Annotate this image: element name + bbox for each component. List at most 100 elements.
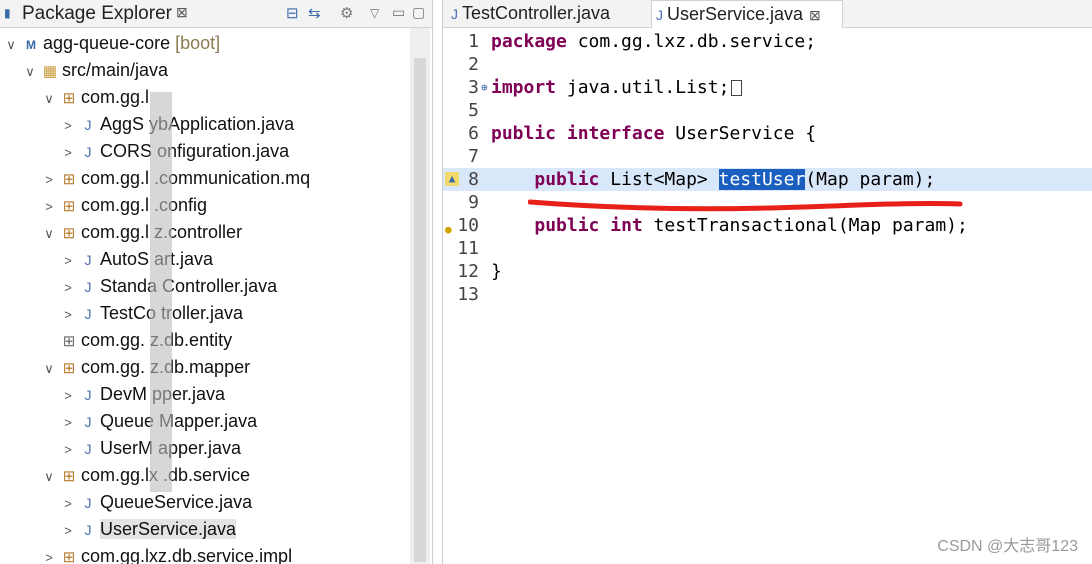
package-explorer-title[interactable]: Package Explorer <box>22 3 172 25</box>
close-icon[interactable]: ⊠ <box>176 4 188 21</box>
expand-arrow-icon[interactable]: ∨ <box>4 31 18 58</box>
java-file-icon: J <box>451 6 458 22</box>
code-line[interactable]: ▲ 8 public List<Map> testUser(Map param); <box>443 168 1092 191</box>
collapse-arrow-icon[interactable]: > <box>42 193 56 220</box>
keyword-token: public <box>534 215 600 236</box>
java-file-icon: J <box>656 7 663 23</box>
line-number: 10 <box>457 215 479 236</box>
collapse-arrow-icon[interactable]: > <box>61 247 75 274</box>
code-text: package com.gg.lxz.db.service; <box>491 30 816 53</box>
line-number: 1 <box>468 31 479 52</box>
tree-item[interactable]: ∨ ⊞ com.gg.l <box>42 84 149 111</box>
line-number: 11 <box>457 238 479 259</box>
tree-item-label: com.gg.l .communication.mq <box>81 168 311 188</box>
expand-arrow-icon[interactable]: ∨ <box>42 463 56 490</box>
tree-item[interactable]: ⊞ com.gg. z.db.entity <box>42 327 232 354</box>
tree-item[interactable]: ∨ ⊞ com.gg.lx .db.service <box>42 462 250 489</box>
code-token: UserService { <box>664 123 817 144</box>
tree-item-label: QueueService.java <box>100 492 253 512</box>
java-file-icon: J <box>84 117 92 133</box>
java-file-icon: J <box>84 414 92 430</box>
minimize-icon[interactable]: ▭ <box>392 4 405 21</box>
line-number: 13 <box>457 284 479 305</box>
collapse-arrow-icon[interactable]: > <box>61 274 75 301</box>
collapse-arrow-icon[interactable]: > <box>61 490 75 517</box>
expand-arrow-icon[interactable]: ∨ <box>23 58 37 85</box>
tree-item[interactable]: ∨ Magg-queue-core [boot] <box>4 30 220 57</box>
keyword-token: public <box>534 169 600 190</box>
tree-item[interactable]: > J QueueService.java <box>61 489 252 516</box>
tree-item-label: Standa Controller.java <box>100 276 278 296</box>
tab-userservice[interactable]: J UserService.java ⊠ <box>651 0 843 28</box>
tree-item-label: com.gg.l <box>81 87 150 107</box>
line-number: 2 <box>468 54 479 75</box>
vertical-scrollbar[interactable] <box>410 28 430 564</box>
scrollbar-thumb[interactable] <box>414 58 426 562</box>
code-line[interactable]: ● 10 public int testTransactional(Map par… <box>443 214 1092 237</box>
expand-arrow-icon[interactable]: ∨ <box>42 85 56 112</box>
tree-item-label: Queue Mapper.java <box>100 411 258 431</box>
collapse-arrow-icon[interactable]: > <box>61 436 75 463</box>
code-line[interactable]: 13 <box>443 283 1092 306</box>
link-editor-icon[interactable]: ⇆ <box>308 4 321 22</box>
tree-item[interactable]: ∨ ⊞ com.gg.l z.controller <box>42 219 242 246</box>
code-line[interactable]: 1 package com.gg.lxz.db.service; <box>443 30 1092 53</box>
selected-token: testUser <box>718 169 806 190</box>
package-explorer-icon: ▮ <box>4 6 11 20</box>
tree-item[interactable]: > ⊞ com.gg.l .communication.mq <box>42 165 310 192</box>
code-line[interactable]: 11 <box>443 237 1092 260</box>
collapse-arrow-icon[interactable]: > <box>42 166 56 193</box>
tree-item[interactable]: ∨ ▦ src/main/java <box>23 57 168 84</box>
line-number: 6 <box>468 123 479 144</box>
line-number: 7 <box>468 146 479 167</box>
collapse-arrow-icon[interactable]: > <box>61 409 75 436</box>
collapse-arrow-icon[interactable]: > <box>61 139 75 166</box>
code-text: public int testTransactional(Map param); <box>491 214 968 237</box>
code-token: java.util.List; <box>556 77 730 98</box>
code-line[interactable]: 6 public interface UserService { <box>443 122 1092 145</box>
tree-item-label: com.gg.l .config <box>81 195 208 215</box>
code-editor: J TestController.java J UserService.java ⊠ … <box>442 0 1092 564</box>
tree-item[interactable]: > ⊞ com.gg.lxz.db.service.impl <box>42 543 292 564</box>
tree-item[interactable]: > J AggS ybApplication.java <box>61 111 294 138</box>
collapse-arrow-icon[interactable]: > <box>42 544 56 564</box>
package-icon: ⊞ <box>62 225 76 242</box>
code-token: testTransactional(Map param); <box>642 215 968 236</box>
tree-item[interactable]: > ⊞ com.gg.l .config <box>42 192 207 219</box>
code-line[interactable]: 7 <box>443 145 1092 168</box>
collapse-arrow-icon[interactable]: > <box>61 382 75 409</box>
filter-icon[interactable]: ⚙ <box>340 4 353 22</box>
tree-item[interactable]: > J UserService.java <box>61 516 237 544</box>
close-icon[interactable]: ⊠ <box>809 7 821 23</box>
code-line[interactable]: 5 <box>443 99 1092 122</box>
view-menu-icon[interactable]: ▽ <box>370 6 379 20</box>
code-line[interactable]: 12} <box>443 260 1092 283</box>
code-line[interactable]: 2 <box>443 53 1092 76</box>
code-text: public List<Map> testUser(Map param); <box>491 168 935 191</box>
code-line[interactable]: 3 ⊕ import java.util.List; <box>443 76 1092 99</box>
fold-expand-icon[interactable]: ⊕ <box>481 76 488 99</box>
tab-testcontroller[interactable]: J TestController.java <box>447 0 651 27</box>
tree-item[interactable]: > J AutoS art.java <box>61 246 213 273</box>
collapse-all-icon[interactable]: ⊟ <box>286 4 299 22</box>
package-explorer-panel: ▮ Package Explorer ⊠ ⊟ ⇆ ⚙ ▽ ▭ ▢ ∨ Magg-q… <box>0 0 433 564</box>
line-number: 3 <box>468 77 479 98</box>
tree-item[interactable]: > J CORS onfiguration.java <box>61 138 289 165</box>
tree-item-label: src/main/java <box>62 60 169 80</box>
folded-imports-icon[interactable] <box>731 80 743 96</box>
code-token: (Map param); <box>805 169 936 190</box>
collapse-arrow-icon[interactable]: > <box>61 301 75 328</box>
tree-item[interactable]: ∨ ⊞ com.gg. z.db.mapper <box>42 354 250 381</box>
collapse-arrow-icon[interactable]: > <box>61 112 75 139</box>
expand-arrow-icon[interactable]: ∨ <box>42 220 56 247</box>
java-file-icon: J <box>84 144 92 160</box>
expand-arrow-icon[interactable]: ∨ <box>42 355 56 382</box>
collapse-arrow-icon[interactable]: > <box>61 517 75 544</box>
tree-item[interactable]: > J DevM pper.java <box>61 381 225 408</box>
source-folder-icon: ▦ <box>42 63 58 80</box>
package-icon: ⊞ <box>62 171 76 188</box>
maximize-icon[interactable]: ▢ <box>412 4 425 21</box>
